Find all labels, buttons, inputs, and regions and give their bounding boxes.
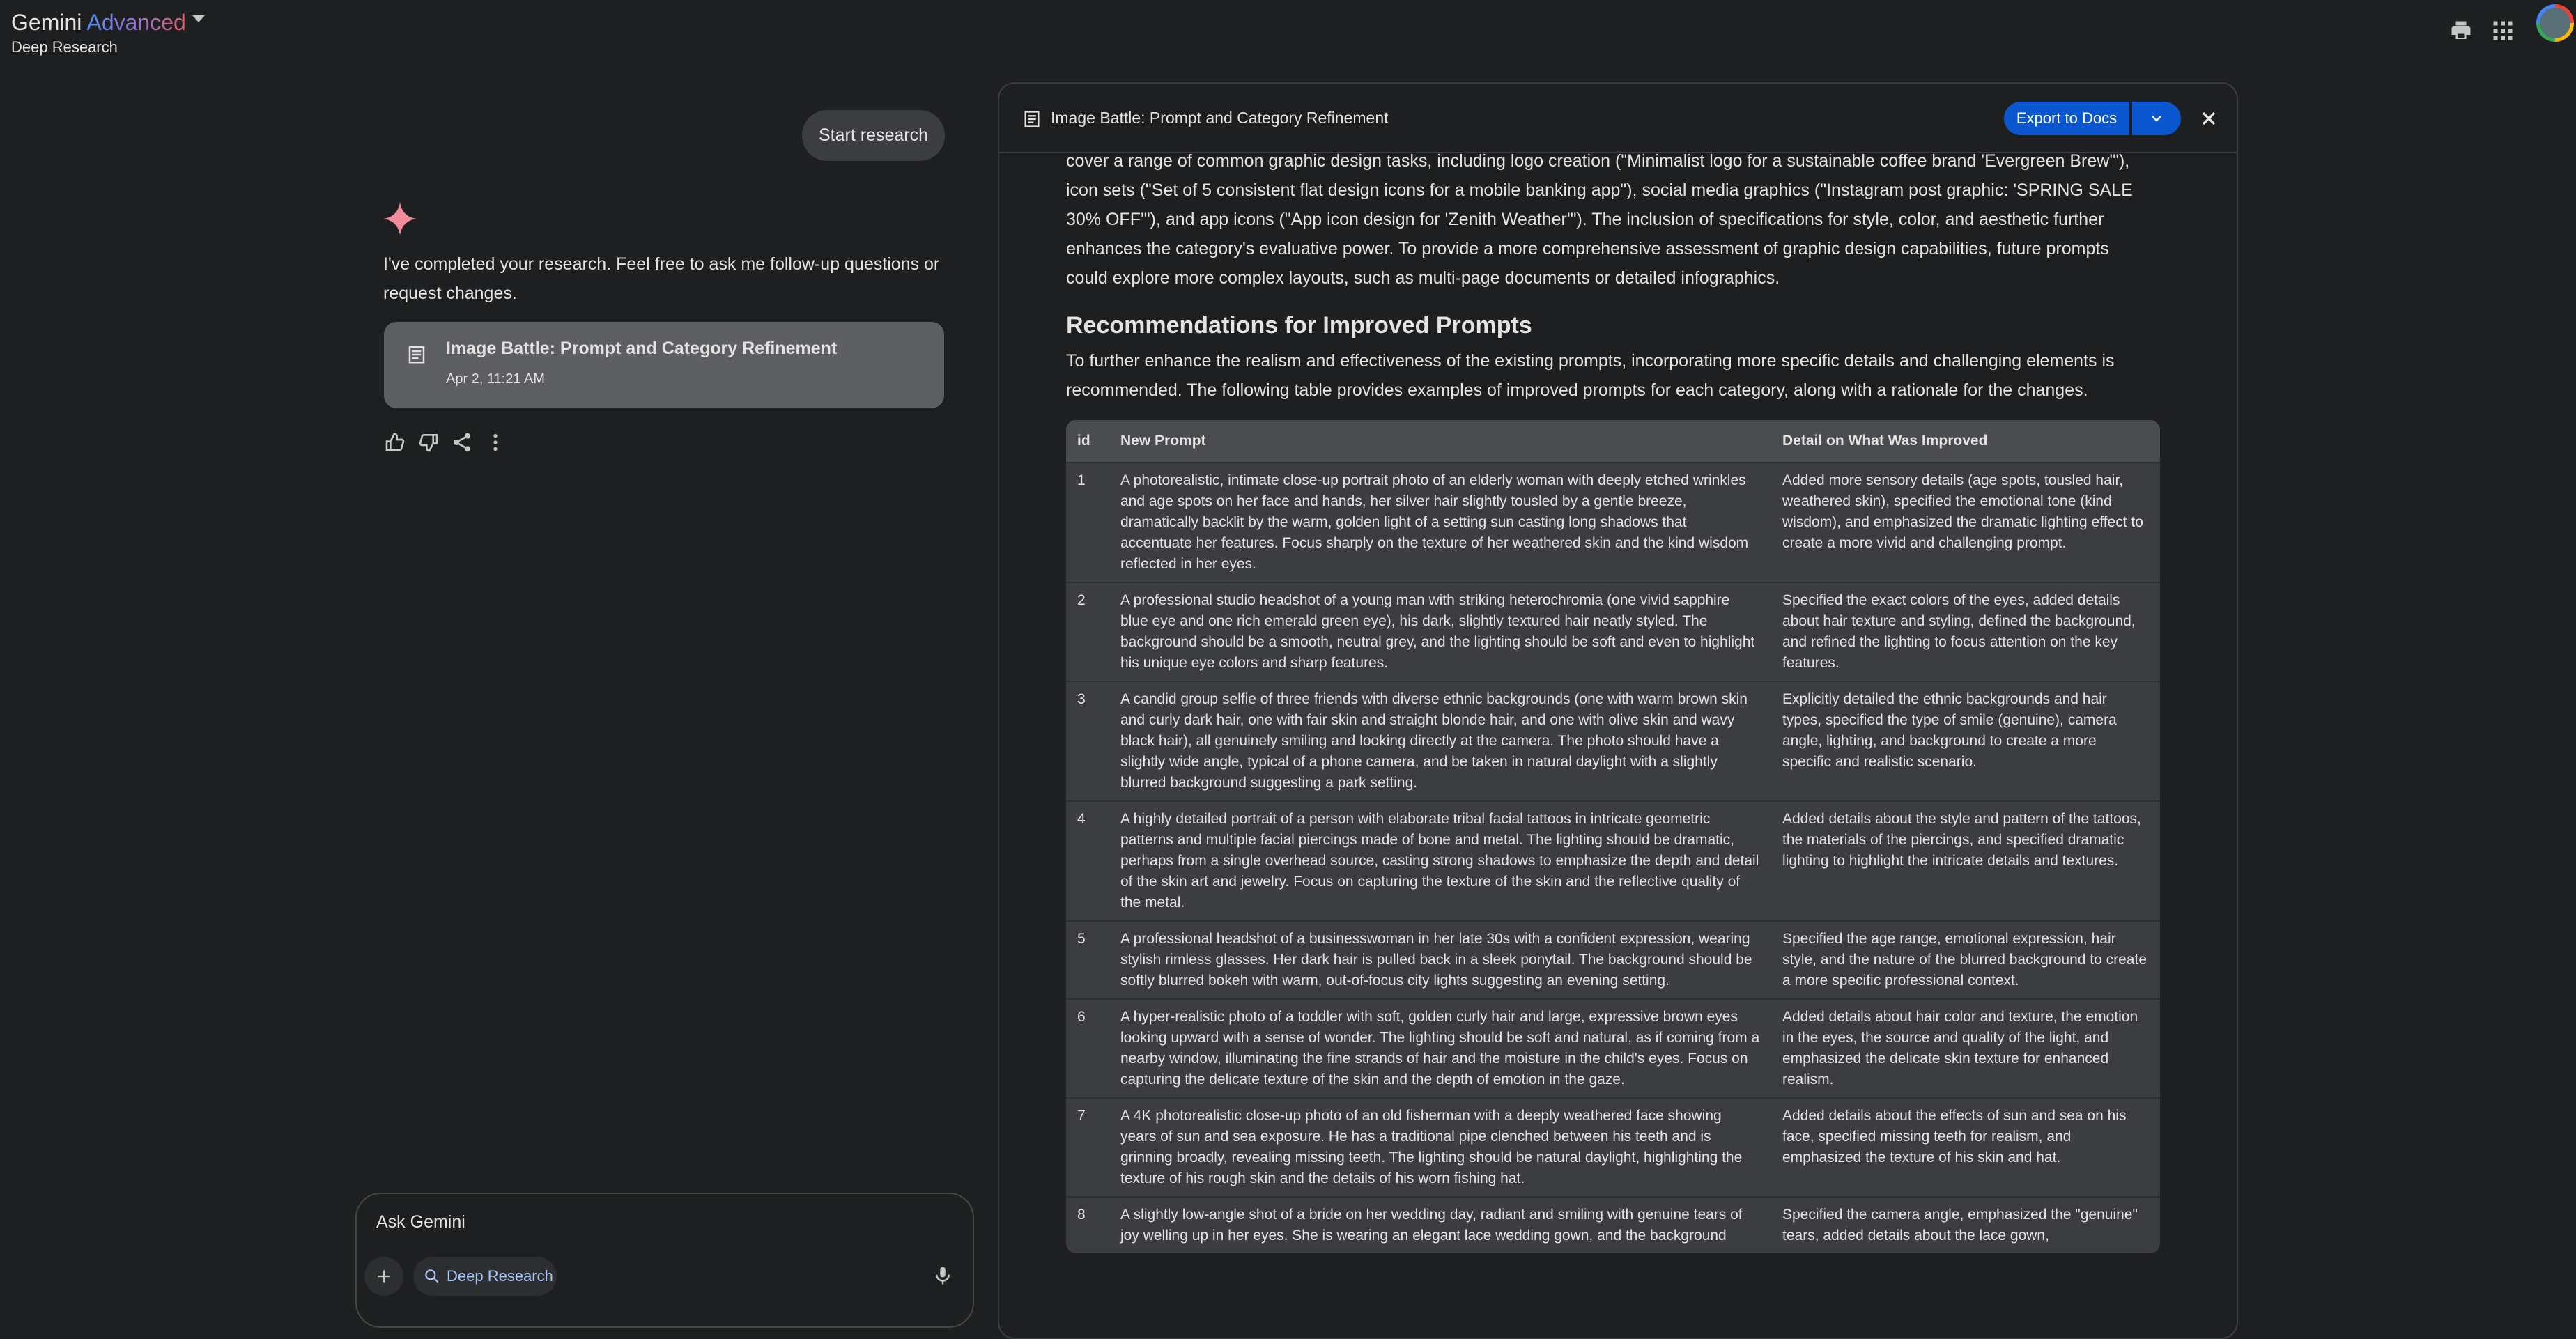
microphone-icon[interactable] <box>932 1264 953 1287</box>
prompt-input[interactable]: Ask Gemini <box>376 1212 465 1232</box>
column-header-detail: Detail on What Was Improved <box>1771 420 2160 462</box>
intro-paragraph: cover a range of common graphic design t… <box>1066 151 2133 288</box>
column-header-new-prompt: New Prompt <box>1109 420 1771 462</box>
table-row: 6 A hyper-realistic photo of a toddler w… <box>1066 998 2160 1097</box>
apps-grid-icon[interactable] <box>2490 18 2515 43</box>
report-panel: Image Battle: Prompt and Category Refine… <box>998 82 2238 1339</box>
column-header-id: id <box>1066 420 1109 462</box>
account-avatar[interactable] <box>2536 4 2574 42</box>
cell-prompt: A slightly low-angle shot of a bride on … <box>1109 1196 1771 1253</box>
section-paragraph: To further enhance the realism and effec… <box>1066 351 2115 400</box>
cell-prompt: A 4K photorealistic close-up photo of an… <box>1109 1097 1771 1196</box>
brand-main: Gemini <box>11 10 82 35</box>
cell-detail: Specified the exact colors of the eyes, … <box>1771 582 2160 681</box>
plus-icon <box>378 1270 390 1283</box>
research-report-card[interactable] <box>384 322 944 408</box>
start-research-button[interactable]: Start research <box>802 110 945 161</box>
cell-id: 6 <box>1066 998 1109 1097</box>
cell-id: 3 <box>1066 681 1109 800</box>
cell-prompt: A candid group selfie of three friends w… <box>1109 681 1771 800</box>
cell-id: 2 <box>1066 582 1109 681</box>
document-icon <box>408 346 425 364</box>
cell-id: 1 <box>1066 462 1109 582</box>
thumbs-up-icon[interactable] <box>384 431 406 454</box>
document-icon <box>1024 111 1040 127</box>
more-vert-icon[interactable] <box>484 431 507 454</box>
cell-prompt: A highly detailed portrait of a person w… <box>1109 800 1771 920</box>
table-row: 1 A photorealistic, intimate close-up po… <box>1066 462 2160 582</box>
chevron-down-icon[interactable] <box>192 15 205 22</box>
table-header-row: id New Prompt Detail on What Was Improve… <box>1066 420 2160 462</box>
cell-id: 8 <box>1066 1196 1109 1253</box>
cell-prompt: A photorealistic, intimate close-up port… <box>1109 462 1771 582</box>
cell-detail: Explicitly detailed the ethnic backgroun… <box>1771 681 2160 800</box>
improved-prompts-table: id New Prompt Detail on What Was Improve… <box>1066 420 2160 1253</box>
table-row: 3 A candid group selfie of three friends… <box>1066 681 2160 800</box>
completion-message: I've completed your research. Feel free … <box>383 254 940 303</box>
deep-research-icon <box>425 1269 439 1283</box>
deep-research-chip[interactable]: Deep Research <box>413 1257 557 1296</box>
print-icon[interactable] <box>2448 18 2474 43</box>
card-date: Apr 2, 11:21 AM <box>446 371 545 387</box>
table-row: 2 A professional studio headshot of a yo… <box>1066 582 2160 681</box>
share-icon[interactable] <box>451 431 473 454</box>
add-attachment-button[interactable] <box>364 1257 403 1296</box>
panel-title: Image Battle: Prompt and Category Refine… <box>1051 109 1389 127</box>
report-content: cover a range of common graphic design t… <box>1066 146 2160 1253</box>
table-row: 7 A 4K photorealistic close-up photo of … <box>1066 1097 2160 1196</box>
cell-detail: Added details about hair color and textu… <box>1771 998 2160 1097</box>
cell-detail: Added details about the effects of sun a… <box>1771 1097 2160 1196</box>
cell-prompt: A hyper-realistic photo of a toddler wit… <box>1109 998 1771 1097</box>
section-heading: Recommendations for Improved Prompts <box>1066 312 1532 339</box>
cell-id: 7 <box>1066 1097 1109 1196</box>
cell-detail: Specified the camera angle, emphasized t… <box>1771 1196 2160 1253</box>
mode-subtitle: Deep Research <box>11 38 118 56</box>
cell-detail: Added more sensory details (age spots, t… <box>1771 462 2160 582</box>
cell-prompt: A professional studio headshot of a youn… <box>1109 582 1771 681</box>
thumbs-down-icon[interactable] <box>417 431 440 454</box>
deep-research-label: Deep Research <box>447 1267 553 1285</box>
table-row: 4 A highly detailed portrait of a person… <box>1066 800 2160 920</box>
cell-prompt: A professional headshot of a businesswom… <box>1109 920 1771 998</box>
panel-header: Image Battle: Prompt and Category Refine… <box>999 84 2237 153</box>
app-title[interactable]: Gemini Advanced <box>11 10 186 36</box>
export-to-docs-button[interactable]: Export to Docs <box>2004 102 2129 135</box>
table-row: 8 A slightly low-angle shot of a bride o… <box>1066 1196 2160 1253</box>
cell-detail: Added details about the style and patter… <box>1771 800 2160 920</box>
cell-id: 4 <box>1066 800 1109 920</box>
gemini-sparkle-icon <box>383 202 417 235</box>
brand-accent: Advanced <box>86 10 186 35</box>
chevron-down-icon <box>2152 116 2161 122</box>
export-options-button[interactable] <box>2132 102 2181 135</box>
close-icon[interactable] <box>2198 107 2220 130</box>
cell-id: 5 <box>1066 920 1109 998</box>
card-title[interactable]: Image Battle: Prompt and Category Refine… <box>446 339 837 359</box>
cell-detail: Specified the age range, emotional expre… <box>1771 920 2160 998</box>
table-row: 5 A professional headshot of a businessw… <box>1066 920 2160 998</box>
